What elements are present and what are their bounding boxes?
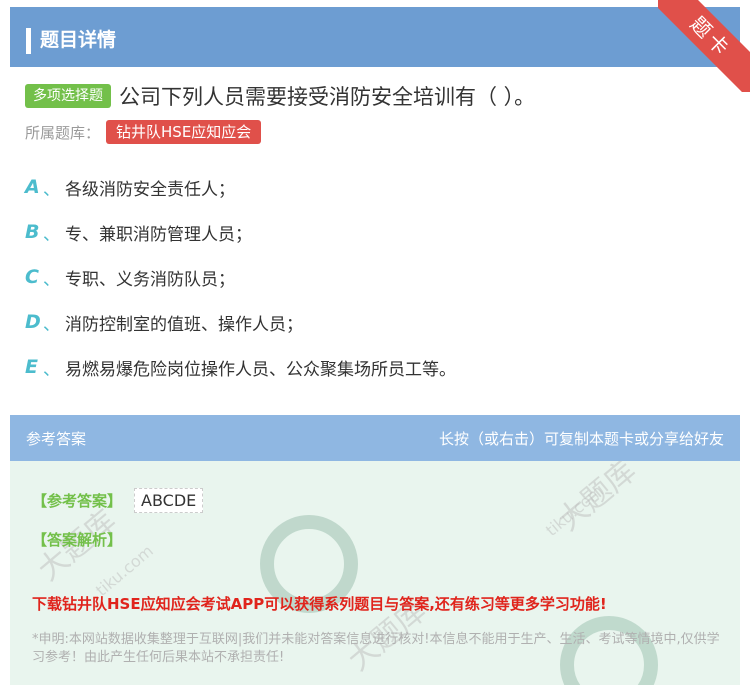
option-d[interactable]: D 、 消防控制室的值班、操作人员； (25, 308, 303, 336)
bank-name-badge[interactable]: 钻井队HSE应知应会 (106, 120, 262, 144)
answer-body: 大题库 大题库 大题库 tiku.com tiku.com 【参考答案】 ABC… (10, 461, 740, 685)
option-letter: A (25, 176, 40, 198)
ribbon-label: 题卡 (658, 0, 750, 92)
option-b[interactable]: B 、 专、兼职消防管理人员； (25, 218, 252, 246)
option-e[interactable]: E 、 易燃易爆危险岗位操作人员、公众聚集场所员工等。 (25, 353, 456, 381)
question-line: 多项选择题 公司下列人员需要接受消防安全培训有（ ）。 (25, 81, 535, 111)
answer-section-header: 参考答案 长按（或右击）可复制本题卡或分享给好友 (10, 415, 740, 461)
header-bar: 题目详情 (10, 7, 740, 67)
download-app-promo[interactable]: 下载钻井队HSE应知应会考试APP可以获得系列题目与答案,还有练习等更多学习功能… (32, 593, 607, 614)
option-text: 各级消防安全责任人； (65, 179, 235, 200)
disclaimer-text: *申明:本网站数据收集整理于互联网|我们并未能对答案信息进行核对!本信息不能用于… (32, 632, 720, 665)
option-c[interactable]: C 、 专职、义务消防队员； (25, 263, 235, 291)
question-type-badge: 多项选择题 (25, 84, 111, 108)
answer-row: 【参考答案】 ABCDE (32, 488, 204, 513)
answer-value[interactable]: ABCDE (134, 488, 204, 513)
question-text: 公司下列人员需要接受消防安全培训有（ ）。 (119, 85, 536, 109)
option-separator: 、 (43, 224, 60, 245)
option-separator: 、 (43, 179, 60, 200)
option-letter: D (25, 311, 41, 333)
question-bank-line: 所属题库： 钻井队HSE应知应会 (25, 120, 262, 144)
page-title: 题目详情 (40, 29, 117, 51)
option-separator: 、 (43, 269, 60, 290)
answer-label: 【参考答案】 (32, 492, 123, 510)
copy-share-hint: 长按（或右击）可复制本题卡或分享给好友 (438, 430, 724, 448)
option-letter: C (25, 266, 39, 288)
corner-ribbon: 题卡 (658, 0, 750, 92)
explanation-label: 【答案解析】 (32, 531, 123, 549)
option-separator: 、 (43, 314, 60, 335)
option-separator: 、 (43, 359, 60, 380)
option-letter: B (25, 221, 40, 243)
option-text: 专、兼职消防管理人员； (65, 224, 252, 245)
option-text: 专职、义务消防队员； (65, 269, 235, 290)
header-accent-bar (26, 28, 31, 54)
answer-section-label: 参考答案 (26, 430, 87, 448)
bank-label: 所属题库： (25, 123, 101, 142)
option-text: 易燃易爆危险岗位操作人员、公众聚集场所员工等。 (65, 359, 456, 380)
option-a[interactable]: A 、 各级消防安全责任人； (25, 173, 235, 201)
option-text: 消防控制室的值班、操作人员； (65, 314, 303, 335)
option-letter: E (25, 356, 38, 378)
